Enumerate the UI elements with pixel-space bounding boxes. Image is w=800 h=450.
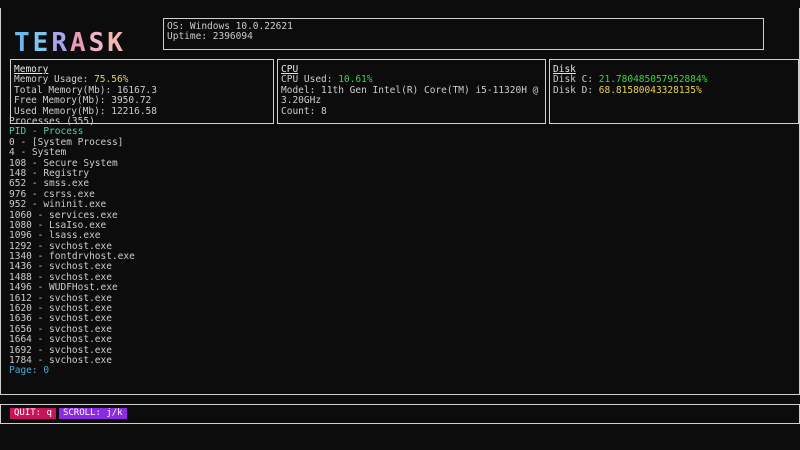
process-list[interactable]: Processes (355) PID - Process 0 - [Syste… (9, 116, 135, 377)
quit-keybinding[interactable]: QUIT: q (10, 408, 56, 419)
cpu-count: Count: 8 (281, 105, 327, 117)
logo-letter: R (51, 28, 67, 58)
cpu-used-value: 10.61% (338, 74, 373, 86)
logo-letter: A (69, 28, 86, 58)
logo-letter: K (107, 28, 123, 58)
memory-panel: Memory Memory Usage: 75.56% Total Memory… (10, 59, 274, 124)
disk-panel: Disk Disk C: 21.780485057952884% Disk D:… (549, 59, 799, 124)
scroll-keybinding[interactable]: SCROLL: j/k (58, 408, 127, 419)
page-indicator: Page: 0 (9, 365, 50, 377)
logo-letter: E (32, 28, 49, 58)
process-rows[interactable]: 0 - [System Process] 4 - System 108 - Secu… (9, 137, 135, 367)
keybindings: QUIT: q SCROLL: j/k (10, 408, 127, 419)
disk-d-value: 68.81580043328135% (598, 84, 702, 96)
disk-c-value: 21.780485057952884% (598, 74, 708, 86)
disk-d-row: Disk D: 68.81580043328135% (553, 84, 795, 96)
memory-usage-value: 75.56% (94, 74, 129, 86)
memory-usage-label: Memory Usage: (14, 74, 95, 86)
process-row[interactable]: 4 - System (9, 147, 135, 158)
terask-logo: TERASK (14, 30, 123, 56)
system-info-panel: OS: Windows 10.0.22621 Uptime: 2396094 (163, 18, 764, 50)
uptime-label: Uptime: 2396094 (167, 31, 253, 43)
logo-letter: T (14, 28, 30, 58)
disk-c-label: Disk C: (553, 74, 599, 86)
logo-letter: S (88, 28, 105, 58)
cpu-panel: CPU CPU Used: 10.61% Model: 11th Gen Int… (277, 59, 546, 124)
disk-d-label: Disk D: (553, 84, 599, 96)
os-label: OS: Windows 10.0.22621 (167, 21, 293, 32)
cpu-used-label: CPU Used: (281, 74, 339, 86)
process-row[interactable]: 952 - wininit.exe (9, 199, 135, 210)
